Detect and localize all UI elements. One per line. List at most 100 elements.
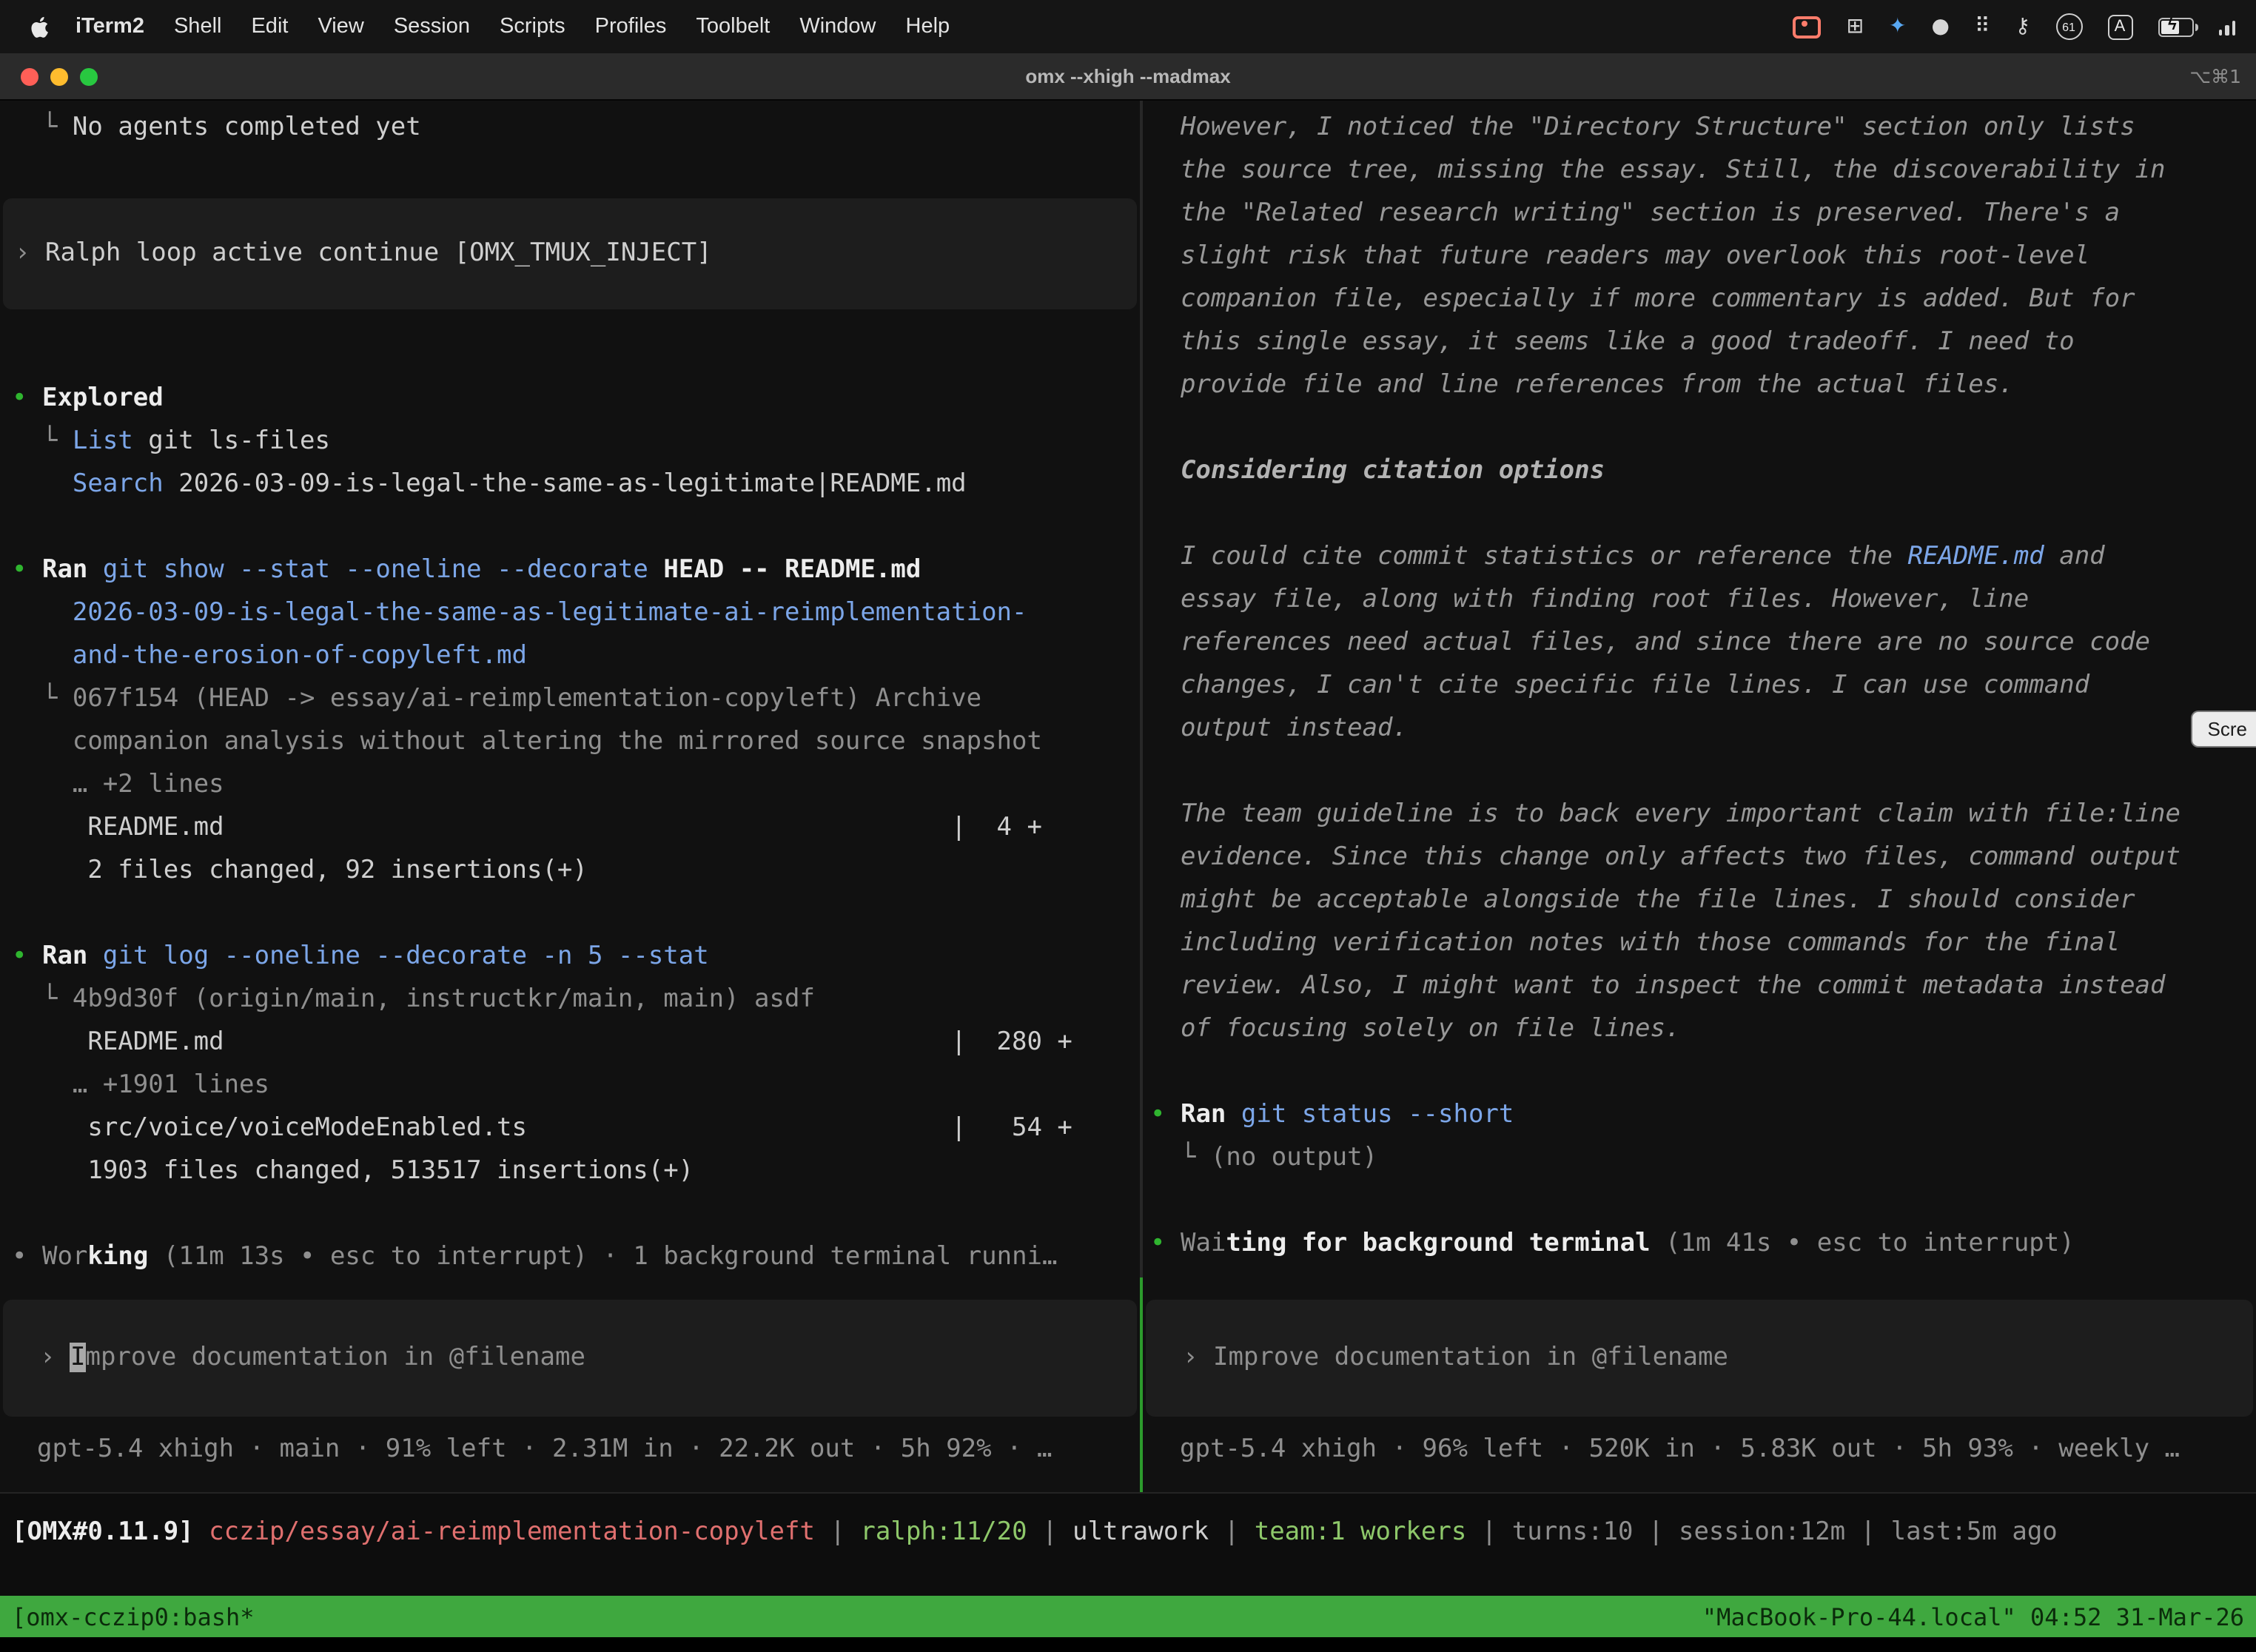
model-status-right: gpt-5.4 xhigh · 96% left · 520K in · 5.8… [1143, 1428, 2256, 1471]
dots-grid-icon[interactable]: ⠿ [1975, 16, 1990, 37]
input-source-icon[interactable]: A [2107, 14, 2132, 39]
terminal-line: └ (no output) [1143, 1137, 2256, 1180]
terminal-line: • Ran git show --stat --oneline --decora… [0, 549, 1140, 592]
battery-icon[interactable]: ϟ [2158, 17, 2193, 36]
terminal-line: [OMX#0.11.9] cczip/essay/ai-reimplementa… [0, 1511, 2256, 1554]
terminal-line: companion file, especially if more comme… [1143, 278, 2256, 321]
ralph-loop-banner: › Ralph loop active continue [OMX_TMUX_I… [3, 198, 1137, 309]
grid-icon[interactable]: ⊞ [1847, 16, 1864, 37]
terminal-line: README.md | 280 + [0, 1021, 1140, 1064]
left-pane[interactable]: └ No agents completed yet › Ralph loop a… [0, 101, 1140, 1492]
terminal-output-left: • Explored └ List git ls-files Search 20… [0, 335, 1140, 1279]
signal-icon[interactable] [2218, 18, 2235, 36]
close-button[interactable] [21, 67, 38, 85]
terminal-line: including verification notes with those … [1143, 922, 2256, 965]
terminal-line: output instead. [1143, 708, 2256, 751]
screen-recording-icon[interactable] [1793, 16, 1822, 38]
omx-status-bar: [OMX#0.11.9] cczip/essay/ai-reimplementa… [0, 1492, 2256, 1596]
menu-item-scripts[interactable]: Scripts [485, 15, 580, 38]
menu-item-shell[interactable]: Shell [159, 15, 237, 38]
terminal-line: • Ran git status --short [1143, 1094, 2256, 1137]
terminal-line: gpt-5.4 xhigh · 96% left · 520K in · 5.8… [1143, 1428, 2256, 1471]
terminal-line [1143, 407, 2256, 450]
menu-item-iterm2[interactable]: iTerm2 [61, 15, 159, 38]
terminal-line [0, 335, 1140, 377]
prompt-input-left[interactable]: › Improve documentation in @filename [3, 1300, 1137, 1417]
terminal-line: provide file and line references from th… [1143, 364, 2256, 407]
window-title-bar[interactable]: omx --xhigh --madmax ⌥⌘1 [0, 53, 2256, 101]
terminal-line: Considering citation options [1143, 450, 2256, 493]
bottom-gap [0, 1637, 2256, 1652]
terminal-line: companion analysis without altering the … [0, 721, 1140, 764]
menu-items: iTerm2 Shell Edit View Session Scripts P… [21, 15, 964, 38]
terminal-line: 1903 files changed, 513517 insertions(+) [0, 1150, 1140, 1193]
terminal-line: of focusing solely on file lines. [1143, 1008, 2256, 1051]
terminal-line [0, 506, 1140, 549]
terminal-line [1143, 493, 2256, 536]
terminal-line: The team guideline is to back every impo… [1143, 793, 2256, 836]
terminal-line: › Ralph loop active continue [OMX_TMUX_I… [3, 232, 1137, 275]
terminal-line: Search 2026-03-09-is-legal-the-same-as-l… [0, 463, 1140, 506]
terminal-line: └ List git ls-files [0, 420, 1140, 463]
terminal-line: 2 files changed, 92 insertions(+) [0, 850, 1140, 893]
zoom-button[interactable] [80, 67, 98, 85]
menu-item-window[interactable]: Window [785, 15, 890, 38]
menu-item-edit[interactable]: Edit [236, 15, 303, 38]
prompt-input-right[interactable]: › Improve documentation in @filename [1146, 1300, 2253, 1417]
terminal-line: the "Related research writing" section i… [1143, 192, 2256, 235]
terminal-line: this single essay, it seems like a good … [1143, 321, 2256, 364]
terminal-line: slight risk that future readers may over… [1143, 235, 2256, 278]
right-pane[interactable]: However, I noticed the "Directory Struct… [1143, 101, 2256, 1492]
screen-overlay-button[interactable]: Scre [2192, 711, 2256, 748]
circle-app-icon[interactable]: ● [1932, 16, 1950, 37]
terminal-line: … +1901 lines [0, 1064, 1140, 1107]
traffic-lights [0, 67, 98, 85]
terminal-line: the source tree, missing the essay. Stil… [1143, 150, 2256, 192]
model-status-left: gpt-5.4 xhigh · main · 91% left · 2.31M … [0, 1428, 1140, 1471]
tmux-session-label: [omx-cczip0:bash* [12, 1602, 255, 1631]
terminal-line: essay file, along with finding root file… [1143, 579, 2256, 622]
terminal-line [1143, 1180, 2256, 1223]
prompt-text-left: › Improve documentation in @filename [3, 1337, 1137, 1380]
terminal-line: references need actual files, and since … [1143, 622, 2256, 665]
terminal-line: • Explored [0, 377, 1140, 420]
menu-item-profiles[interactable]: Profiles [580, 15, 682, 38]
terminal-line: └ 067f154 (HEAD -> essay/ai-reimplementa… [0, 678, 1140, 721]
terminal-line: … +2 lines [0, 764, 1140, 807]
terminal-line: └ 4b9d30f (origin/main, instructkr/main,… [0, 978, 1140, 1021]
apple-logo-icon[interactable] [21, 15, 61, 38]
terminal-line: changes, I can't cite specific file line… [1143, 665, 2256, 708]
terminal-line: src/voice/voiceModeEnabled.ts | 54 + [0, 1107, 1140, 1150]
menu-item-toolbelt[interactable]: Toolbelt [681, 15, 785, 38]
charging-bolt-icon: ϟ [2168, 16, 2177, 33]
minimize-button[interactable] [50, 67, 68, 85]
menu-item-view[interactable]: View [303, 15, 378, 38]
tmux-status-bar: [omx-cczip0:bash* "MacBook-Pro-44.local"… [0, 1596, 2256, 1637]
terminal-line: However, I noticed the "Directory Struct… [1143, 107, 2256, 150]
terminal-line [1143, 1051, 2256, 1094]
agent-status-output: └ No agents completed yet [0, 107, 1140, 150]
terminal-line: README.md | 4 + [0, 807, 1140, 850]
terminal-line: • Working (11m 13s • esc to interrupt) ·… [0, 1236, 1140, 1279]
tmux-host-time-label: "MacBook-Pro-44.local" 04:52 31-Mar-26 [1702, 1602, 2244, 1631]
screen: iTerm2 Shell Edit View Session Scripts P… [0, 0, 2256, 1652]
terminal-line: › Improve documentation in @filename [1146, 1337, 2253, 1380]
terminal-line: I could cite commit statistics or refere… [1143, 536, 2256, 579]
window-shortcut-label: ⌥⌘1 [2189, 65, 2256, 87]
terminal-window: └ No agents completed yet › Ralph loop a… [0, 101, 2256, 1492]
battery-percent-icon[interactable]: 61 [2055, 13, 2082, 40]
terminal-line: • Ran git log --oneline --decorate -n 5 … [0, 936, 1140, 978]
terminal-line: review. Also, I might want to inspect th… [1143, 965, 2256, 1008]
terminal-line [1143, 751, 2256, 793]
key-icon[interactable]: ⚷ [2015, 16, 2030, 37]
ralph-loop-text: › Ralph loop active continue [OMX_TMUX_I… [3, 232, 1137, 275]
menu-item-session[interactable]: Session [379, 15, 485, 38]
terminal-line: • Waiting for background terminal (1m 41… [1143, 1223, 2256, 1266]
terminal-line: 2026-03-09-is-legal-the-same-as-legitima… [0, 592, 1140, 635]
macos-menu-bar: iTerm2 Shell Edit View Session Scripts P… [0, 0, 2256, 53]
terminal-line [0, 893, 1140, 936]
terminal-line: └ No agents completed yet [0, 107, 1140, 150]
spark-icon[interactable]: ✦ [1889, 16, 1906, 37]
prompt-text-right: › Improve documentation in @filename [1146, 1337, 2253, 1380]
menu-item-help[interactable]: Help [891, 15, 965, 38]
